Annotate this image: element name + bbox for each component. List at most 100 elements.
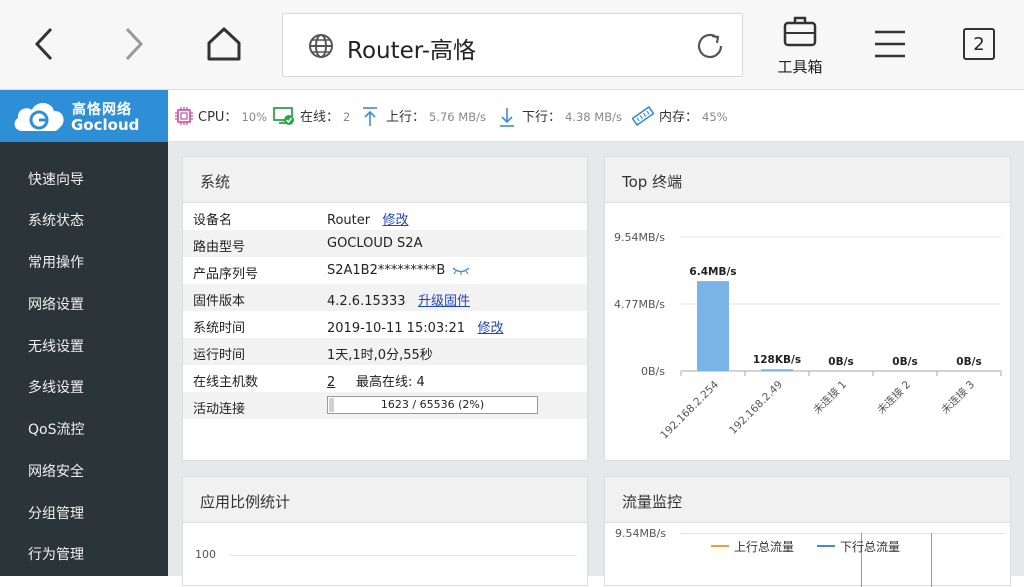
y-tick-label: 4.77MB/s: [614, 298, 665, 311]
logo-text-en: Gocloud: [71, 116, 140, 134]
downstream-value: 4.38 MB/s: [565, 110, 622, 124]
forward-button[interactable]: [112, 22, 156, 66]
sidebar-item-quick-wizard[interactable]: 快速向导: [28, 169, 84, 189]
bar-value-label: 0B/s: [956, 356, 981, 368]
router-model-value: GOCLOUD S2A: [327, 236, 423, 251]
system-panel-title: 系统: [200, 173, 231, 191]
app-ratio-y-tick: 100: [195, 548, 216, 561]
upgrade-firmware-link[interactable]: 升级固件: [418, 294, 470, 309]
bar-value-label: 128KB/s: [753, 354, 801, 366]
router-model-label: 路由型号: [193, 240, 246, 255]
online-monitor-icon: [273, 107, 294, 125]
progress-text: 1623 / 65536 (2%): [380, 398, 485, 411]
traffic-gridline: [681, 533, 1005, 534]
legend-downstream-label: 下行总流量: [840, 540, 901, 554]
y-tick-label: 9.54MB/s: [614, 231, 665, 244]
bar-value-label: 0B/s: [892, 356, 917, 368]
firmware-value: 4.2.6.15333: [327, 294, 406, 309]
top-terminals-title: Top 终端: [622, 173, 683, 191]
system-time-value-group: 2019-10-11 15:03:21 修改: [327, 317, 504, 336]
online-hosts-value-group: 2 最高在线: 4: [327, 371, 425, 390]
page-title: Router-高恪: [347, 38, 477, 64]
app-ratio-header: 应用比例统计: [183, 477, 587, 523]
sidebar-item-network-settings[interactable]: 网络设置: [28, 294, 84, 314]
memory-icon: [632, 106, 654, 126]
system-time-row: 系统时间 2019-10-11 15:03:21 修改: [183, 311, 587, 338]
cpu-icon: [175, 107, 193, 125]
traffic-y-tick: 9.54MB/s: [615, 527, 666, 540]
downstream-stat: 下行： 4.38 MB/s: [522, 106, 622, 125]
sidebar-item-behavior-management[interactable]: 行为管理: [28, 544, 84, 564]
traffic-monitor-header: 流量监控: [605, 477, 1010, 523]
back-arrow-icon: [34, 27, 53, 61]
toolbox-button[interactable]: 工具箱: [770, 12, 830, 78]
serial-number-row: 产品序列号 S2A1B2*********B: [183, 257, 587, 284]
router-header: 高恪网络 Gocloud CPU： 10% 在线： 2 上行： 5.76 MB/s 下…: [0, 90, 1024, 142]
x-category-label: 未连接 2: [875, 378, 914, 417]
sidebar-item-system-status[interactable]: 系统状态: [28, 210, 84, 230]
memory-stat: 内存： 45%: [659, 106, 728, 125]
browser-toolbar: Router-高恪 工具箱 2: [0, 0, 1024, 90]
serial-number-value: S2A1B2*********B: [327, 263, 446, 278]
online-value: 2: [343, 110, 351, 124]
online-hosts-label: 在线主机数: [193, 375, 259, 390]
edit-time-link[interactable]: 修改: [477, 321, 503, 336]
home-button[interactable]: [202, 22, 246, 66]
app-ratio-gridline: [229, 555, 577, 556]
active-connections-label: 活动连接: [193, 402, 246, 417]
traffic-monitor-title: 流量监控: [622, 493, 683, 511]
sidebar-item-qos[interactable]: QoS流控: [28, 419, 84, 439]
serial-number-label: 产品序列号: [193, 267, 259, 282]
upload-arrow-icon: [363, 107, 377, 126]
firmware-row: 固件版本 4.2.6.15333 升级固件: [183, 284, 587, 311]
top-terminals-chart: 9.54MB/s 4.77MB/s 0B/s 6.4MB/s 192.168.2.254…: [614, 231, 1002, 441]
sidebar-item-wireless-settings[interactable]: 无线设置: [28, 336, 84, 356]
toolbox-label: 工具箱: [777, 58, 823, 76]
address-bar[interactable]: Router-高恪: [282, 13, 743, 77]
legend-downstream-swatch: [817, 545, 835, 547]
legend-upstream-swatch: [711, 545, 729, 547]
online-stat: 在线： 2: [300, 106, 350, 125]
briefcase-icon: [783, 16, 817, 47]
back-button[interactable]: [22, 22, 66, 66]
upstream-value: 5.76 MB/s: [429, 110, 486, 124]
system-panel-header: 系统: [183, 157, 587, 203]
x-category-label: 192.168.2.254: [658, 378, 721, 441]
bar-value-label: 0B/s: [828, 356, 853, 368]
sidebar-item-network-security[interactable]: 网络安全: [28, 461, 84, 481]
router-model-row: 路由型号 GOCLOUD S2A: [183, 230, 587, 257]
uptime-label: 运行时间: [193, 348, 246, 363]
hamburger-menu-icon: [875, 30, 905, 58]
system-time-label: 系统时间: [193, 321, 246, 336]
traffic-vline-2: [931, 533, 932, 587]
device-name-label: 设备名: [193, 213, 233, 228]
sidebar-item-group-management[interactable]: 分组管理: [28, 503, 84, 523]
online-label: 在线：: [300, 110, 340, 125]
reload-icon[interactable]: [695, 31, 725, 61]
active-connections-progress: 1623 / 65536 (2%): [327, 396, 538, 414]
system-time-value: 2019-10-11 15:03:21: [327, 321, 466, 336]
menu-button[interactable]: [868, 22, 912, 66]
device-name-value-group: Router 修改: [327, 209, 409, 228]
upstream-stat: 上行： 5.76 MB/s: [386, 106, 486, 125]
device-name-value: Router: [327, 213, 371, 228]
sidebar-item-common-ops[interactable]: 常用操作: [28, 252, 84, 272]
max-online-value: 4: [416, 375, 425, 390]
edit-device-name-link[interactable]: 修改: [383, 213, 409, 228]
top-terminals-panel: Top 终端 9.54MB/s 4.77MB/s 0B/s 6.4MB/s 192.16…: [604, 156, 1011, 461]
x-category-label: 192.168.2.49: [727, 379, 785, 437]
sidebar-item-multiline-settings[interactable]: 多线设置: [28, 377, 84, 397]
uptime-row: 运行时间 1天,1时,0分,55秒: [183, 338, 587, 365]
max-online-label: 最高在线:: [355, 375, 413, 390]
download-arrow-icon: [500, 108, 514, 127]
eye-closed-icon[interactable]: [452, 266, 470, 275]
online-hosts-link[interactable]: 2: [327, 375, 335, 390]
downstream-label: 下行：: [522, 110, 562, 125]
forward-arrow-icon: [125, 27, 144, 61]
logo[interactable]: 高恪网络 Gocloud: [0, 90, 168, 142]
firmware-label: 固件版本: [193, 294, 246, 309]
x-category-label: 未连接 3: [939, 378, 978, 417]
home-icon: [207, 27, 241, 61]
tab-count-button[interactable]: 2: [963, 28, 995, 60]
device-name-row: 设备名 Router 修改: [183, 203, 587, 230]
